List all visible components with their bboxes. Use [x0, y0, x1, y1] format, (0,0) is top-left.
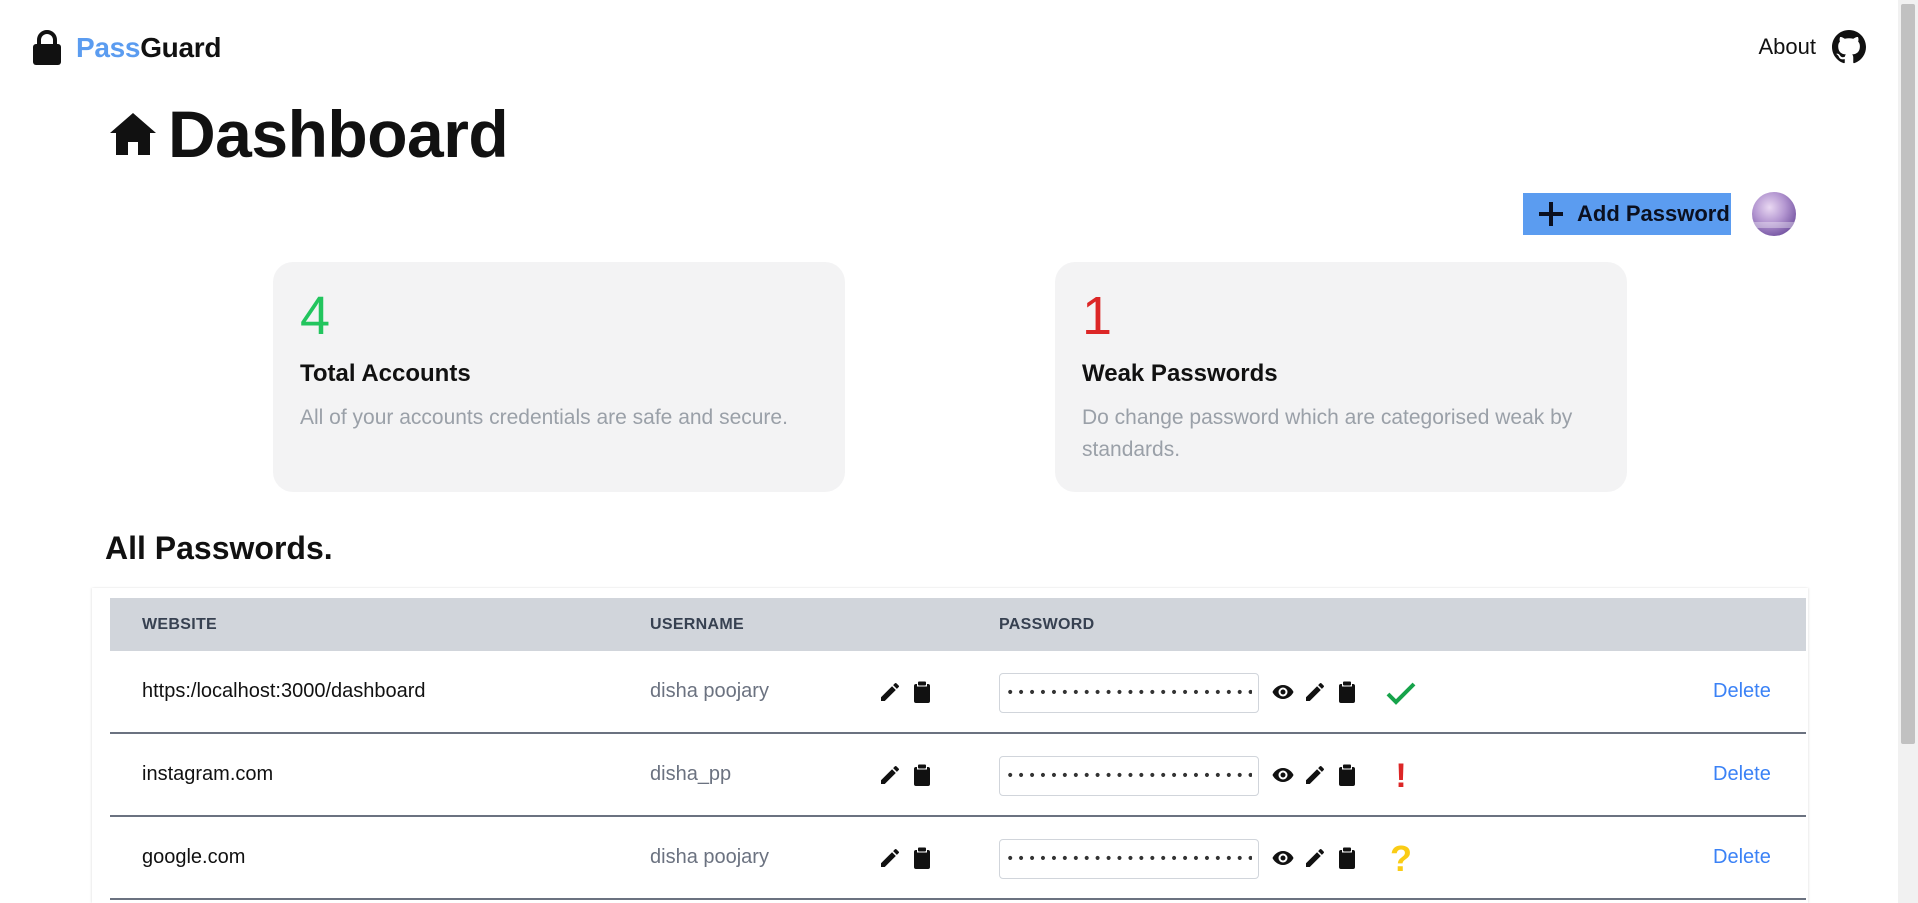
passwords-table: WEBSITE USERNAME PASSWORD https:/localho…: [92, 588, 1808, 903]
logo-guard: Guard: [140, 32, 222, 63]
add-password-label: Add Password: [1577, 201, 1730, 226]
total-accounts-description: All of your accounts credentials are saf…: [300, 406, 788, 429]
weak-passwords-count: 1: [1082, 286, 1113, 346]
delete-button[interactable]: Delete: [1713, 680, 1771, 703]
password-field[interactable]: [999, 756, 1259, 796]
weak-passwords-description: Do change password which are categorised…: [1082, 406, 1573, 461]
copy-password-clipboard-icon[interactable]: [1335, 763, 1359, 787]
column-header-website: WEBSITE: [142, 616, 217, 633]
website-cell: https:/localhost:3000/dashboard: [142, 680, 426, 702]
total-accounts-title: Total Accounts: [300, 360, 471, 387]
delete-button[interactable]: Delete: [1713, 846, 1771, 869]
logo-pass: Pass: [76, 32, 141, 63]
add-password-button[interactable]: Add Password: [1523, 193, 1731, 235]
strong-password-check-icon: [1385, 677, 1417, 709]
table-header: WEBSITE USERNAME PASSWORD: [110, 598, 1806, 651]
scrollbar-thumb[interactable]: [1901, 4, 1915, 744]
logo-text: PassGuard: [76, 32, 221, 64]
username-cell: disha_pp: [650, 763, 732, 785]
page-title: Dashboard: [108, 96, 509, 172]
website-cell: google.com: [142, 846, 246, 868]
all-passwords-title: All Passwords.: [105, 530, 333, 566]
copy-password-clipboard-icon[interactable]: [1335, 680, 1359, 704]
edit-password-pencil-icon[interactable]: [1303, 680, 1327, 704]
table-row: instagram.com disha_pp ! Delete: [110, 734, 1806, 817]
show-password-eye-icon[interactable]: [1271, 763, 1295, 787]
home-icon: [110, 113, 156, 155]
copy-password-clipboard-icon[interactable]: [1335, 846, 1359, 870]
edit-password-pencil-icon[interactable]: [1303, 763, 1327, 787]
copy-username-clipboard-icon[interactable]: [910, 680, 934, 704]
plus-icon: [1539, 202, 1563, 226]
weak-passwords-card: 1 Weak Passwords Do change password whic…: [1055, 262, 1627, 492]
total-accounts-count: 4: [300, 286, 331, 346]
page-title-text: Dashboard: [168, 97, 509, 171]
copy-username-clipboard-icon[interactable]: [910, 846, 934, 870]
copy-username-clipboard-icon[interactable]: [910, 763, 934, 787]
github-icon[interactable]: [1832, 30, 1866, 64]
unknown-strength-question-icon: ?: [1390, 838, 1412, 879]
weak-password-exclamation-icon: !: [1395, 757, 1407, 795]
edit-username-pencil-icon[interactable]: [878, 763, 902, 787]
show-password-eye-icon[interactable]: [1271, 846, 1295, 870]
weak-passwords-title: Weak Passwords: [1082, 360, 1278, 387]
navbar: PassGuard About: [0, 0, 1898, 100]
website-cell: instagram.com: [142, 763, 274, 785]
username-cell: disha poojary: [650, 680, 769, 702]
nav-right: About: [1759, 30, 1866, 64]
table-row: https:/localhost:3000/dashboard disha po…: [110, 651, 1806, 734]
column-header-username: USERNAME: [650, 616, 744, 633]
scrollbar[interactable]: [1898, 0, 1918, 903]
delete-button[interactable]: Delete: [1713, 763, 1771, 786]
avatar[interactable]: [1752, 192, 1796, 236]
total-accounts-card: 4 Total Accounts All of your accounts cr…: [273, 262, 845, 492]
lock-icon: [33, 30, 61, 65]
edit-password-pencil-icon[interactable]: [1303, 846, 1327, 870]
logo[interactable]: PassGuard: [32, 30, 221, 66]
username-cell: disha poojary: [650, 846, 769, 868]
show-password-eye-icon[interactable]: [1271, 680, 1295, 704]
password-field[interactable]: [999, 673, 1259, 713]
edit-username-pencil-icon[interactable]: [878, 846, 902, 870]
password-field[interactable]: [999, 839, 1259, 879]
edit-username-pencil-icon[interactable]: [878, 680, 902, 704]
table-row: google.com disha poojary ? Delete: [110, 817, 1806, 900]
column-header-password: PASSWORD: [999, 616, 1095, 633]
about-link[interactable]: About: [1759, 34, 1817, 60]
